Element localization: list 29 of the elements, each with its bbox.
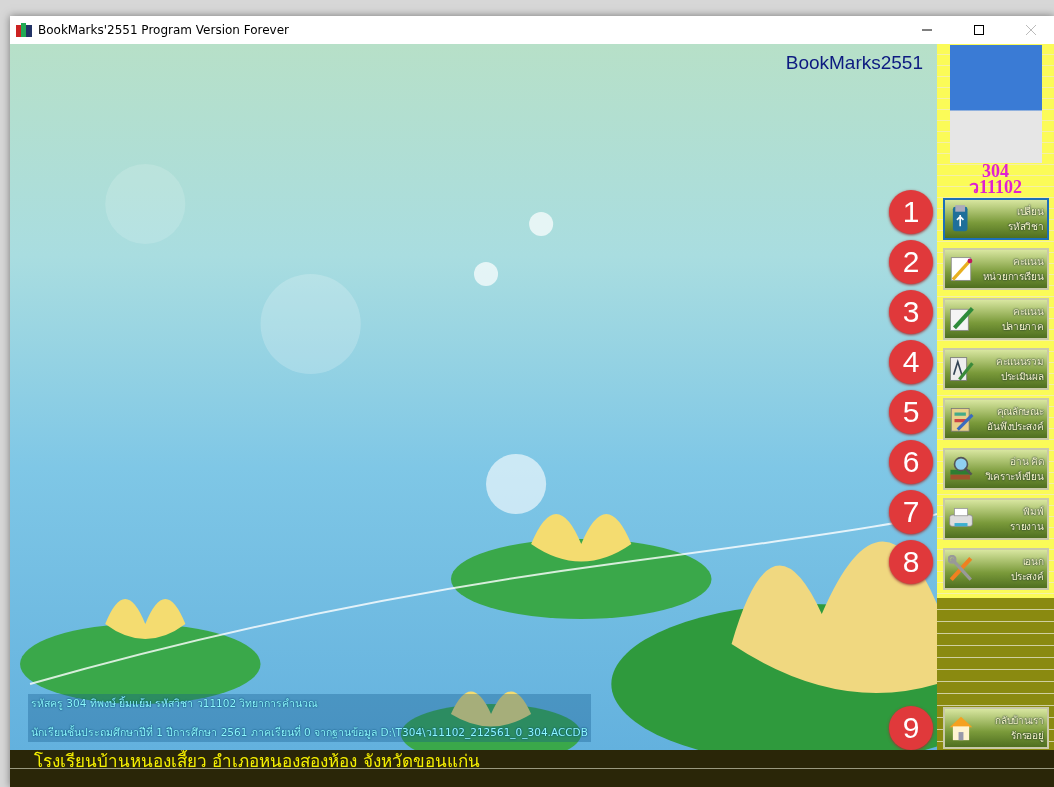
tools-icon	[947, 555, 974, 583]
step-number: 7	[889, 490, 933, 534]
house-icon	[947, 714, 974, 742]
step-number: 8	[889, 540, 933, 584]
step-number: 6	[889, 440, 933, 484]
window-title: BookMarks'2551 Program Version Forever	[38, 23, 291, 37]
menu-button[interactable]: คุณลักษณะ อันพึงประสงค์	[942, 398, 1049, 440]
subject-code: ว11102	[969, 179, 1022, 195]
step-number: 4	[889, 340, 933, 384]
menu-button[interactable]: กลับบ้านเรา รักรออยู่	[942, 707, 1049, 749]
maximize-icon	[974, 25, 984, 35]
step-number: 1	[889, 190, 933, 234]
menu-button[interactable]: เปลี่ยน รหัสวิชา	[942, 198, 1049, 240]
menu-button[interactable]: คะแนน ปลายภาค	[942, 298, 1049, 340]
step-number: 2	[889, 240, 933, 284]
step-number: 5	[889, 390, 933, 434]
books-magnifier-icon	[947, 455, 974, 483]
document-pencil-icon	[947, 355, 974, 383]
step-number: 3	[889, 290, 933, 334]
menu-button[interactable]: คะแนน หน่วยการเรียน	[942, 248, 1049, 290]
menu-button[interactable]: เอนก ประสงค์	[942, 548, 1049, 590]
teacher-code: 304	[982, 163, 1009, 179]
menu-button[interactable]: อ่าน คิด วิเคราะห์เขียน	[942, 448, 1049, 490]
pencil-notepad-icon	[947, 305, 974, 333]
close-icon	[1026, 25, 1036, 35]
menu-button[interactable]: พิมพ์ รายงาน	[942, 498, 1049, 540]
app-icon	[16, 23, 32, 37]
brand-label: BookMarks2551	[785, 52, 923, 74]
menu-button[interactable]: คะแนนรวม ประเมินผล	[942, 348, 1049, 390]
